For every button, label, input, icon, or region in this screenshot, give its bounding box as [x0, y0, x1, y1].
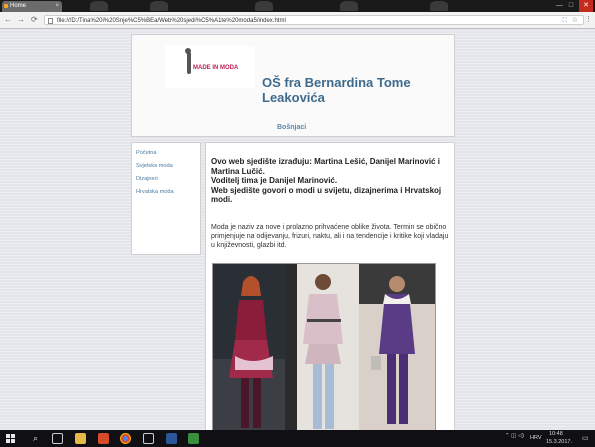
site-logo[interactable]: MADE IN MODA [165, 46, 255, 88]
word-icon[interactable] [166, 433, 177, 444]
minimize-button[interactable]: — [556, 0, 563, 12]
browser-tab[interactable]: Home × [2, 1, 62, 12]
clock-date[interactable]: 15.3.2017. [546, 439, 572, 445]
background-figure [90, 1, 108, 11]
site-header: MADE IN MODA OŠ fra Bernardina Tome Leak… [131, 34, 455, 137]
translate-icon[interactable]: ⛶ [563, 16, 567, 24]
start-icon[interactable] [5, 433, 16, 444]
close-window-button[interactable]: ✕ [579, 0, 593, 12]
maximize-button[interactable]: □ [569, 0, 573, 12]
sidebar-item-pocetna[interactable]: Početna [132, 147, 200, 160]
photo-panel-right [359, 264, 435, 430]
edge-icon[interactable] [98, 433, 109, 444]
taskbar: ⌕ ⌃ ◫ ◁) HRV 10:48 15.3.2017. ▭ [0, 430, 595, 447]
photo-panel-left [213, 264, 285, 430]
tab-favicon-icon [4, 4, 8, 8]
page-viewport: MADE IN MODA OŠ fra Bernardina Tome Leak… [0, 29, 595, 430]
task-view-icon[interactable] [52, 433, 63, 444]
site-title: OŠ fra Bernardina Tome Leakovića [262, 75, 411, 105]
window-buttons: — □ ✕ [556, 0, 593, 12]
tray-icons[interactable]: ⌃ ◫ ◁) [505, 433, 524, 439]
logo-figure-icon [185, 48, 191, 74]
file-explorer-icon[interactable] [75, 433, 86, 444]
main-content: Ovo web sjedište izrađuju: Martina Lešić… [205, 142, 455, 430]
model-middle-illustration [285, 264, 359, 430]
sidebar-item-svjetska-moda[interactable]: Svjetska moda [132, 160, 200, 173]
browser-toolbar: ← → ⟳ file:///D:/Tina%20i%20Snje%C5%BEa/… [0, 12, 595, 29]
language-indicator[interactable]: HRV [530, 435, 542, 441]
notification-icon[interactable]: ▭ [582, 434, 589, 442]
back-button[interactable]: ← [4, 15, 12, 25]
image-viewer-icon[interactable] [188, 433, 199, 444]
background-figure [150, 1, 168, 11]
fashion-description: Moda je naziv za nove i prolazno prihvać… [211, 224, 449, 249]
model-left-illustration [213, 264, 285, 430]
forward-button[interactable]: → [17, 15, 25, 25]
tab-close-icon[interactable]: × [55, 1, 59, 12]
background-figure [255, 1, 273, 11]
photo-panel-middle [285, 264, 359, 430]
search-icon[interactable]: ⌕ [30, 433, 41, 444]
intro-line: Ovo web sjedište izrađuju: Martina Lešić… [211, 157, 440, 176]
background-figure [430, 1, 448, 11]
intro-text: Ovo web sjedište izrađuju: Martina Lešić… [211, 157, 447, 205]
tab-title: Home [10, 3, 27, 9]
address-text: file:///D:/Tina%20i%20Snje%C5%BEa/Web%20… [57, 18, 286, 24]
chrome-icon[interactable] [120, 433, 131, 444]
sidebar-item-hrvatska-moda[interactable]: Hrvatska moda [132, 186, 200, 199]
intro-line: Web sjedište govori o modi u svijetu, di… [211, 185, 442, 205]
browser-titlebar: Home × — □ ✕ [0, 0, 595, 12]
clock-time[interactable]: 10:48 [549, 431, 563, 437]
logo-text: MADE IN MODA [193, 65, 239, 71]
model-right-illustration [359, 264, 435, 430]
menu-icon[interactable]: ⋮ [585, 15, 592, 25]
store-icon[interactable] [143, 433, 154, 444]
star-icon[interactable]: ☆ [572, 16, 578, 24]
language-link[interactable]: Bošnjaci [277, 124, 306, 131]
fashion-photo [212, 263, 436, 430]
address-bar[interactable]: file:///D:/Tina%20i%20Snje%C5%BEa/Web%20… [44, 15, 584, 25]
sidebar-item-dizajneri[interactable]: Dizajneri [132, 173, 200, 186]
reload-button[interactable]: ⟳ [31, 15, 38, 25]
file-icon [48, 18, 53, 24]
background-figure [340, 1, 358, 11]
intro-line: Voditelj tima je Danijel Marinović. [211, 176, 338, 185]
sidebar-nav: Početna Svjetska moda Dizajneri Hrvatska… [131, 142, 201, 255]
